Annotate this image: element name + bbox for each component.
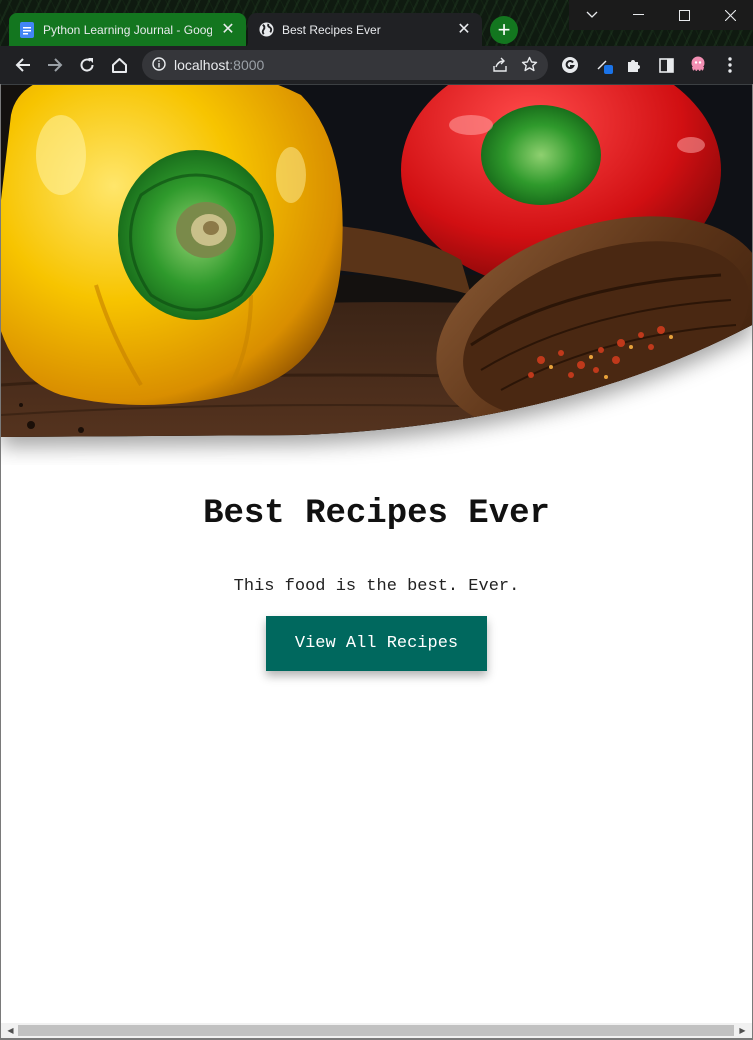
browser-chrome: Python Learning Journal - Google Docs ✕ … — [0, 0, 753, 84]
browser-toolbar: localhost:8000 — [0, 46, 753, 84]
tab-title: Python Learning Journal - Google Docs — [43, 22, 212, 37]
view-all-recipes-button[interactable]: View All Recipes — [266, 616, 487, 671]
scroll-right-arrow-icon[interactable]: ▶ — [735, 1023, 750, 1038]
minimize-button[interactable] — [615, 0, 661, 30]
close-tab-icon[interactable]: ✕ — [220, 21, 236, 38]
home-button[interactable] — [105, 51, 133, 79]
back-arrow-icon — [15, 58, 30, 72]
close-tab-icon[interactable]: ✕ — [456, 21, 472, 38]
url-host: localhost — [174, 57, 230, 73]
horizontal-scrollbar[interactable]: ◀ ▶ — [1, 1023, 752, 1038]
maximize-button[interactable] — [661, 0, 707, 30]
forward-arrow-icon — [48, 58, 63, 72]
scrollbar-thumb[interactable] — [18, 1025, 734, 1036]
close-window-button[interactable] — [707, 0, 753, 30]
browser-menu-icon[interactable] — [716, 51, 744, 79]
extension-pen-icon[interactable] — [590, 51, 618, 79]
title-bar: Python Learning Journal - Google Docs ✕ … — [0, 0, 753, 46]
back-button[interactable] — [9, 51, 37, 79]
home-icon — [111, 57, 127, 73]
site-info-icon[interactable] — [152, 56, 166, 74]
page-title: Best Recipes Ever — [203, 495, 550, 533]
page-tagline: This food is the best. Ever. — [233, 577, 520, 596]
new-tab-button[interactable]: + — [490, 16, 518, 44]
extension-grammarly-icon[interactable] — [556, 51, 584, 79]
tab-python-learning-journal[interactable]: Python Learning Journal - Google Docs ✕ — [9, 13, 246, 46]
side-panel-icon[interactable] — [652, 51, 680, 79]
tab-best-recipes-ever[interactable]: Best Recipes Ever ✕ — [248, 13, 482, 46]
tab-title: Best Recipes Ever — [282, 22, 381, 37]
reload-button[interactable] — [73, 51, 101, 79]
window-border-left — [0, 84, 1, 1040]
globe-icon — [258, 22, 274, 38]
forward-button[interactable] — [41, 51, 69, 79]
google-docs-icon — [19, 21, 35, 38]
scroll-left-arrow-icon[interactable]: ◀ — [3, 1023, 18, 1038]
bookmark-star-icon[interactable] — [521, 56, 538, 76]
profile-avatar-icon[interactable] — [684, 51, 712, 79]
page-viewport: Best Recipes Ever This food is the best.… — [1, 85, 752, 1023]
extensions-puzzle-icon[interactable] — [620, 51, 648, 79]
reload-icon — [80, 58, 94, 72]
tab-search-button[interactable] — [569, 0, 615, 30]
url-port: :8000 — [229, 57, 265, 73]
hero-image — [1, 85, 752, 465]
share-icon[interactable] — [492, 57, 508, 76]
address-bar[interactable]: localhost:8000 — [142, 50, 548, 80]
